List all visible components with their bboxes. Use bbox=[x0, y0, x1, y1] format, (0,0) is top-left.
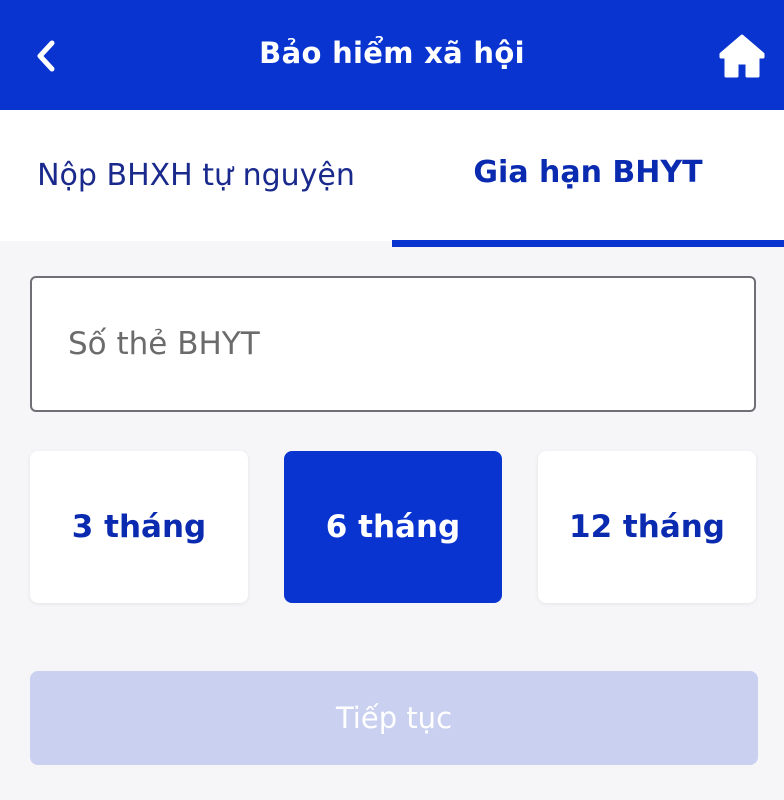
option-label: 12 tháng bbox=[569, 509, 725, 545]
health-insurance-card-input[interactable] bbox=[66, 325, 754, 363]
continue-button[interactable]: Tiếp tục bbox=[30, 671, 758, 765]
tab-label: Nộp BHXH tự nguyện bbox=[37, 158, 355, 193]
app-header: Bảo hiểm xã hội bbox=[0, 0, 784, 110]
tab-voluntary-social-insurance[interactable]: Nộp BHXH tự nguyện bbox=[0, 110, 392, 241]
home-button[interactable] bbox=[714, 30, 770, 82]
duration-option-6-months[interactable]: 6 tháng bbox=[284, 451, 502, 603]
health-insurance-card-field[interactable] bbox=[30, 276, 756, 412]
duration-option-12-months[interactable]: 12 tháng bbox=[538, 451, 756, 603]
page-title: Bảo hiểm xã hội bbox=[259, 36, 525, 70]
tab-health-insurance-renewal[interactable]: Gia hạn BHYT bbox=[392, 110, 784, 247]
active-tab-indicator bbox=[392, 240, 784, 247]
home-icon bbox=[719, 34, 765, 78]
chevron-left-icon bbox=[37, 40, 55, 72]
back-button[interactable] bbox=[24, 32, 68, 80]
option-label: 6 tháng bbox=[325, 509, 461, 545]
tab-label: Gia hạn BHYT bbox=[473, 155, 703, 190]
option-label: 3 tháng bbox=[71, 509, 207, 545]
tab-bar: Nộp BHXH tự nguyện Gia hạn BHYT bbox=[0, 110, 784, 247]
duration-option-3-months[interactable]: 3 tháng bbox=[30, 451, 248, 603]
duration-options: 3 tháng 6 tháng 12 tháng bbox=[30, 451, 756, 603]
continue-button-label: Tiếp tục bbox=[335, 701, 453, 735]
